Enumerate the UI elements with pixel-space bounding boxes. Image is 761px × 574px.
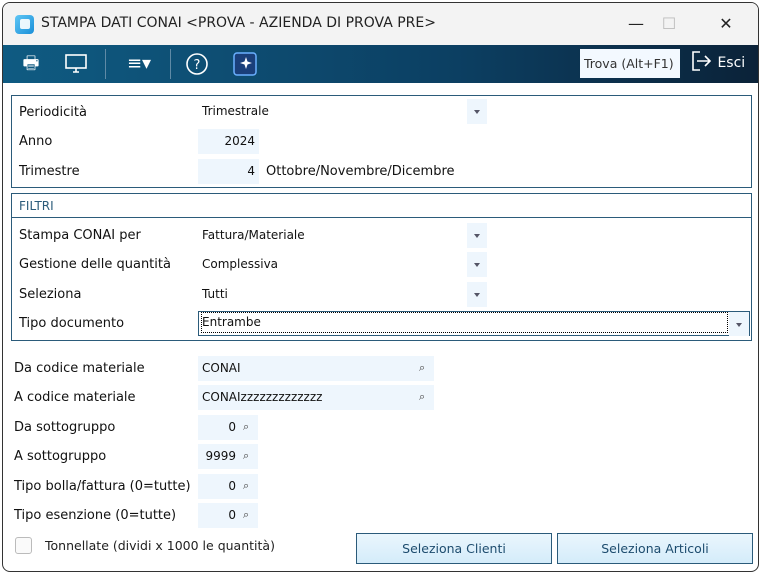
da-sottogruppo-label: Da sottogruppo (14, 420, 116, 435)
anno-input[interactable]: 2024 (198, 129, 259, 154)
toolbar: 🖶 ≡▾ ? Trova (Alt+F1) Esci (3, 45, 758, 83)
gestione-select[interactable]: Complessiva (198, 252, 468, 277)
search-icon[interactable]: ⌕ (419, 361, 425, 375)
window-title: STAMPA DATI CONAI <PROVA - AZIENDA DI PR… (41, 15, 436, 31)
tipo-documento-label: Tipo documento (19, 316, 125, 331)
title-bar: STAMPA DATI CONAI <PROVA - AZIENDA DI PR… (3, 3, 758, 45)
exit-button[interactable]: Esci (691, 49, 745, 78)
search-icon[interactable]: ⌕ (243, 479, 249, 493)
window: STAMPA DATI CONAI <PROVA - AZIENDA DI PR… (2, 2, 759, 572)
chevron-down-icon[interactable] (729, 312, 749, 336)
chevron-down-icon[interactable] (467, 223, 487, 248)
da-codice-label: Da codice materiale (14, 361, 145, 376)
svg-text:?: ? (194, 58, 201, 73)
seleziona-clienti-button[interactable]: Seleziona Clienti (356, 533, 552, 564)
monitor-icon[interactable] (60, 50, 92, 78)
chevron-down-icon[interactable] (467, 252, 487, 277)
separator (170, 49, 171, 79)
stampa-label: Stampa CONAI per (19, 228, 141, 243)
search-icon[interactable]: ⌕ (243, 508, 249, 522)
chevron-down-icon[interactable] (467, 99, 487, 124)
search-icon[interactable]: ⌕ (243, 420, 249, 434)
periodicita-label: Periodicità (19, 105, 87, 120)
search-input[interactable]: Trova (Alt+F1) (580, 49, 680, 78)
search-icon[interactable]: ⌕ (243, 449, 249, 463)
tonnellate-checkbox[interactable] (15, 537, 32, 554)
trimestre-label: Trimestre (19, 164, 80, 179)
anno-label: Anno (19, 134, 53, 149)
trimestre-input[interactable]: 4 (198, 159, 259, 184)
periodicita-select[interactable]: Trimestrale (198, 99, 468, 124)
search-icon[interactable]: ⌕ (419, 390, 425, 404)
separator (105, 49, 106, 79)
tipo-documento-select[interactable]: Entrambe (198, 311, 750, 336)
a-codice-input[interactable]: CONAIzzzzzzzzzzzzz (198, 385, 434, 410)
seleziona-select[interactable]: Tutti (198, 282, 468, 307)
ai-sparkle-icon[interactable] (229, 50, 261, 78)
a-codice-label: A codice materiale (14, 390, 136, 405)
stampa-select[interactable]: Fattura/Materiale (198, 223, 468, 248)
print-icon[interactable]: 🖶 (15, 50, 47, 78)
gestione-label: Gestione delle quantità (19, 257, 171, 272)
tipo-bolla-label: Tipo bolla/fattura (0=tutte) (14, 479, 191, 494)
help-icon[interactable]: ? (181, 50, 213, 78)
app-icon (15, 15, 34, 34)
a-sottogruppo-label: A sottogruppo (14, 449, 107, 464)
tipo-documento-value: Entrambe (201, 312, 728, 333)
chevron-down-icon[interactable] (467, 282, 487, 307)
trimestre-description: Ottobre/Novembre/Dicembre (266, 164, 455, 179)
divider (11, 217, 752, 218)
seleziona-articoli-button[interactable]: Seleziona Articoli (557, 533, 753, 564)
tipo-esenzione-label: Tipo esenzione (0=tutte) (14, 508, 177, 523)
da-codice-input[interactable]: CONAI (198, 356, 434, 381)
tonnellate-label: Tonnellate (dividi x 1000 le quantità) (45, 538, 275, 553)
filters-title: FILTRI (19, 199, 54, 213)
menu-icon[interactable]: ≡▾ (119, 50, 159, 78)
close-button[interactable]: ✕ (706, 11, 746, 37)
exit-label: Esci (717, 55, 746, 71)
seleziona-label: Seleziona (19, 287, 82, 302)
maximize-button[interactable]: ☐ (649, 11, 689, 37)
